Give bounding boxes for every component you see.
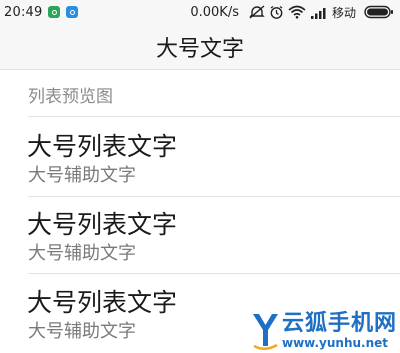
- title-bar: 大号文字: [0, 24, 400, 70]
- app-notification-icon-blue: [66, 6, 79, 18]
- alarm-icon: [269, 5, 284, 20]
- watermark-url: www.yunhu.net: [282, 336, 389, 350]
- status-bar: 20:49 0.00K/s 移动: [0, 0, 400, 24]
- watermark-name: 云狐手机网: [282, 311, 398, 336]
- section-header: 列表预览图: [28, 87, 113, 107]
- watermark-logo-icon: [250, 311, 280, 351]
- page-title: 大号文字: [155, 36, 244, 62]
- battery-icon: [364, 5, 394, 19]
- network-speed: 0.00K/s: [190, 4, 239, 20]
- list-item-secondary-text: 大号辅助文字: [28, 165, 136, 186]
- list-item-primary-text: 大号列表文字: [27, 210, 178, 239]
- status-time: 20:49: [4, 4, 43, 20]
- watermark: 云狐手机网 www.yunhu.net: [250, 309, 398, 353]
- signal-icon: [310, 6, 328, 19]
- app-notification-icon-green: [48, 6, 61, 18]
- carrier-label: 移动: [331, 5, 356, 20]
- list-item-secondary-text: 大号辅助文字: [28, 243, 136, 264]
- list-item-primary-text: 大号列表文字: [27, 132, 178, 161]
- list-item[interactable]: 大号列表文字 大号辅助文字: [0, 117, 400, 196]
- list-item-primary-text: 大号列表文字: [27, 288, 178, 317]
- mute-icon: [249, 5, 265, 19]
- wifi-icon: [288, 5, 306, 19]
- list-item[interactable]: 大号列表文字 大号辅助文字: [0, 197, 400, 273]
- list-item-secondary-text: 大号辅助文字: [28, 321, 136, 342]
